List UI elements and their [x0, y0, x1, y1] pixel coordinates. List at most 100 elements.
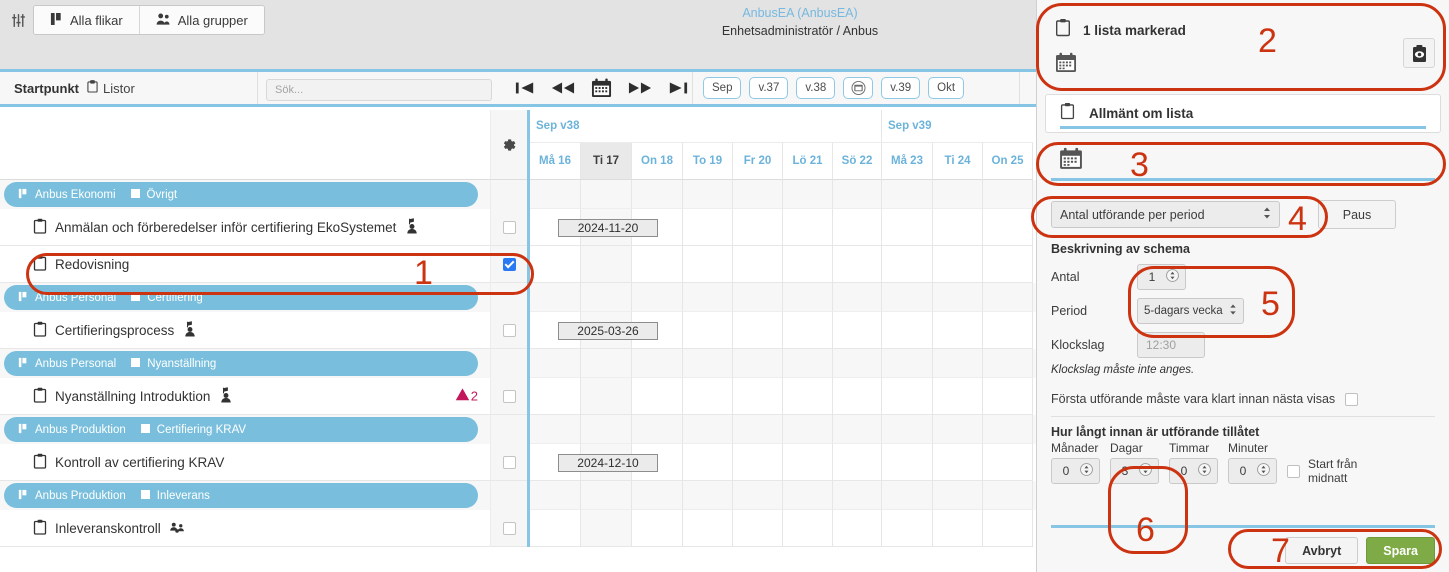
save-button[interactable]: Spara [1366, 537, 1435, 564]
clipboard-eye-icon[interactable] [1403, 38, 1435, 68]
pill-v39[interactable]: v.39 [881, 77, 921, 99]
row-checkbox[interactable] [502, 521, 516, 535]
row-checkbox[interactable] [502, 220, 516, 234]
day-header-9[interactable]: On 25 [983, 142, 1033, 180]
first-done-checkbox[interactable] [1345, 392, 1359, 406]
stepper-arrows-icon[interactable] [1080, 463, 1093, 479]
lead-label-timmar: Timmar [1169, 441, 1210, 455]
tab-alla-grupper[interactable]: Alla grupper [138, 6, 264, 34]
item-name: Nyanställning Introduktion [0, 386, 234, 406]
paus-button[interactable]: Paus [1318, 200, 1396, 229]
list-item-row[interactable]: Anmälan och förberedelser inför certifie… [0, 209, 1036, 246]
pill-calendar-icon[interactable] [843, 77, 874, 99]
minuter-stepper[interactable]: 0 [1228, 458, 1277, 484]
midnight-checkbox[interactable] [1287, 464, 1300, 478]
item-check-cell[interactable] [490, 209, 527, 246]
row-checkbox-checked[interactable] [502, 257, 516, 271]
period-value: 5-dagars vecka [1144, 305, 1223, 317]
group-name-cell: Anbus Produktion Inleverans [0, 481, 490, 510]
day-header-8[interactable]: Ti 24 [933, 142, 983, 180]
day-header-6[interactable]: Sö 22 [833, 142, 882, 180]
skip-forward-icon[interactable] [668, 80, 688, 96]
day-header-4[interactable]: Fr 20 [733, 142, 783, 180]
user-name[interactable]: AnbusEA (AnbusEA) [600, 4, 1000, 22]
person-flag-icon [182, 320, 198, 340]
clipboard-icon [33, 218, 47, 237]
lead-label-dagar: Dagar [1110, 441, 1143, 455]
fast-forward-icon[interactable] [628, 80, 652, 96]
stepper-arrows-icon[interactable] [1139, 463, 1152, 479]
timmar-stepper[interactable]: 0 [1169, 458, 1218, 484]
stepper-arrows-icon[interactable] [1166, 269, 1179, 285]
divider-2 [692, 72, 693, 104]
group-pill[interactable]: Anbus Personal Nyanställning [4, 351, 478, 376]
panel-calendar-tab[interactable] [1045, 42, 1441, 78]
dagar-value: 3 [1121, 464, 1129, 478]
item-name-label: Inleveranskontroll [55, 520, 161, 536]
date-chip[interactable]: 2024-11-20 [558, 218, 658, 237]
list-item-row[interactable]: Inleveranskontroll [0, 510, 1036, 547]
manader-stepper[interactable]: 0 [1051, 458, 1100, 484]
group-org-label: Anbus Ekonomi [35, 188, 116, 201]
group-pill[interactable]: Anbus Personal Certifiering [4, 285, 478, 310]
lead-label-manader: Månader [1051, 441, 1099, 455]
tab-kalender[interactable] [1045, 141, 1441, 183]
day-header-2[interactable]: On 18 [632, 142, 683, 180]
group-check-cell [490, 180, 527, 209]
klockslag-input[interactable]: 12:30 [1137, 332, 1205, 358]
group-pill[interactable]: Anbus Ekonomi Övrigt [4, 182, 478, 207]
item-check-cell[interactable] [490, 312, 527, 349]
day-header-1[interactable]: Ti 17 [581, 142, 632, 180]
gear-icon[interactable] [490, 110, 527, 180]
group-pill[interactable]: Anbus Produktion Inleverans [4, 483, 478, 508]
list-item-row[interactable]: Redovisning [0, 246, 1036, 283]
group-pill[interactable]: Anbus Produktion Certifiering KRAV [4, 417, 478, 442]
day-header-3[interactable]: To 19 [683, 142, 733, 180]
day-header-7[interactable]: Må 23 [882, 142, 933, 180]
klockslag-row: Klockslag 12:30 [1037, 332, 1449, 358]
search-input[interactable] [266, 79, 492, 101]
item-check-cell[interactable] [490, 510, 527, 547]
date-chip[interactable]: 2025-03-26 [558, 321, 658, 340]
row-checkbox[interactable] [502, 323, 516, 337]
rewind-icon[interactable] [551, 80, 575, 96]
calendar-icon[interactable] [591, 78, 612, 98]
stepper-arrows-icon[interactable] [1198, 463, 1211, 479]
pill-sep[interactable]: Sep [703, 77, 742, 99]
pill-v37[interactable]: v.37 [749, 77, 789, 99]
toolbar: Startpunkt Listor Sök... Sep v.37 v.38 v… [0, 69, 1036, 107]
day-header-5[interactable]: Lö 21 [783, 142, 833, 180]
item-check-cell[interactable] [490, 246, 527, 283]
row-checkbox[interactable] [502, 455, 516, 469]
date-chip[interactable]: 2024-12-10 [558, 453, 658, 472]
schedule-type-select[interactable]: Antal utförande per period [1051, 201, 1280, 228]
group-cal-cell [527, 481, 1036, 510]
status-badge[interactable]: 2 [455, 388, 478, 405]
group-cal-cell [527, 180, 1036, 209]
list-item-row[interactable]: Nyanställning Introduktion 2 [0, 378, 1036, 415]
antal-stepper[interactable]: 1 [1137, 264, 1186, 290]
breadcrumb-listor-label: Listor [103, 80, 135, 96]
pill-v38[interactable]: v.38 [796, 77, 836, 99]
stepper-arrows-icon[interactable] [1257, 463, 1270, 479]
item-cal-cell [527, 510, 1036, 547]
item-check-cell[interactable] [490, 444, 527, 481]
first-done-row: Första utförande måste vara klart innan … [1037, 376, 1449, 406]
period-select[interactable]: 5-dagars vecka [1137, 298, 1244, 324]
sliders-icon[interactable] [8, 10, 28, 30]
tab-allmant-om-lista[interactable]: Allmänt om lista [1045, 94, 1441, 133]
breadcrumb-listor[interactable]: Listor [87, 80, 135, 96]
list-item-row[interactable]: Kontroll av certifiering KRAV 2024-12-10 [0, 444, 1036, 481]
midnight-label-line2: midnatt [1308, 471, 1348, 485]
tab-alla-flikar[interactable]: Alla flikar [34, 6, 139, 34]
row-checkbox[interactable] [502, 389, 516, 403]
item-check-cell[interactable] [490, 378, 527, 415]
skip-back-icon[interactable] [515, 80, 535, 96]
app-root: Alla flikar Alla grupper AnbusEA (AnbusE… [0, 0, 1449, 572]
pill-okt[interactable]: Okt [928, 77, 965, 99]
cancel-button[interactable]: Avbryt [1285, 537, 1359, 564]
list-item-row[interactable]: Certifieringsprocess 2025-03-26 [0, 312, 1036, 349]
day-header-0[interactable]: Må 16 [530, 142, 581, 180]
group-category-label: Certifiering KRAV [156, 423, 247, 436]
dagar-stepper[interactable]: 3 [1110, 458, 1159, 484]
